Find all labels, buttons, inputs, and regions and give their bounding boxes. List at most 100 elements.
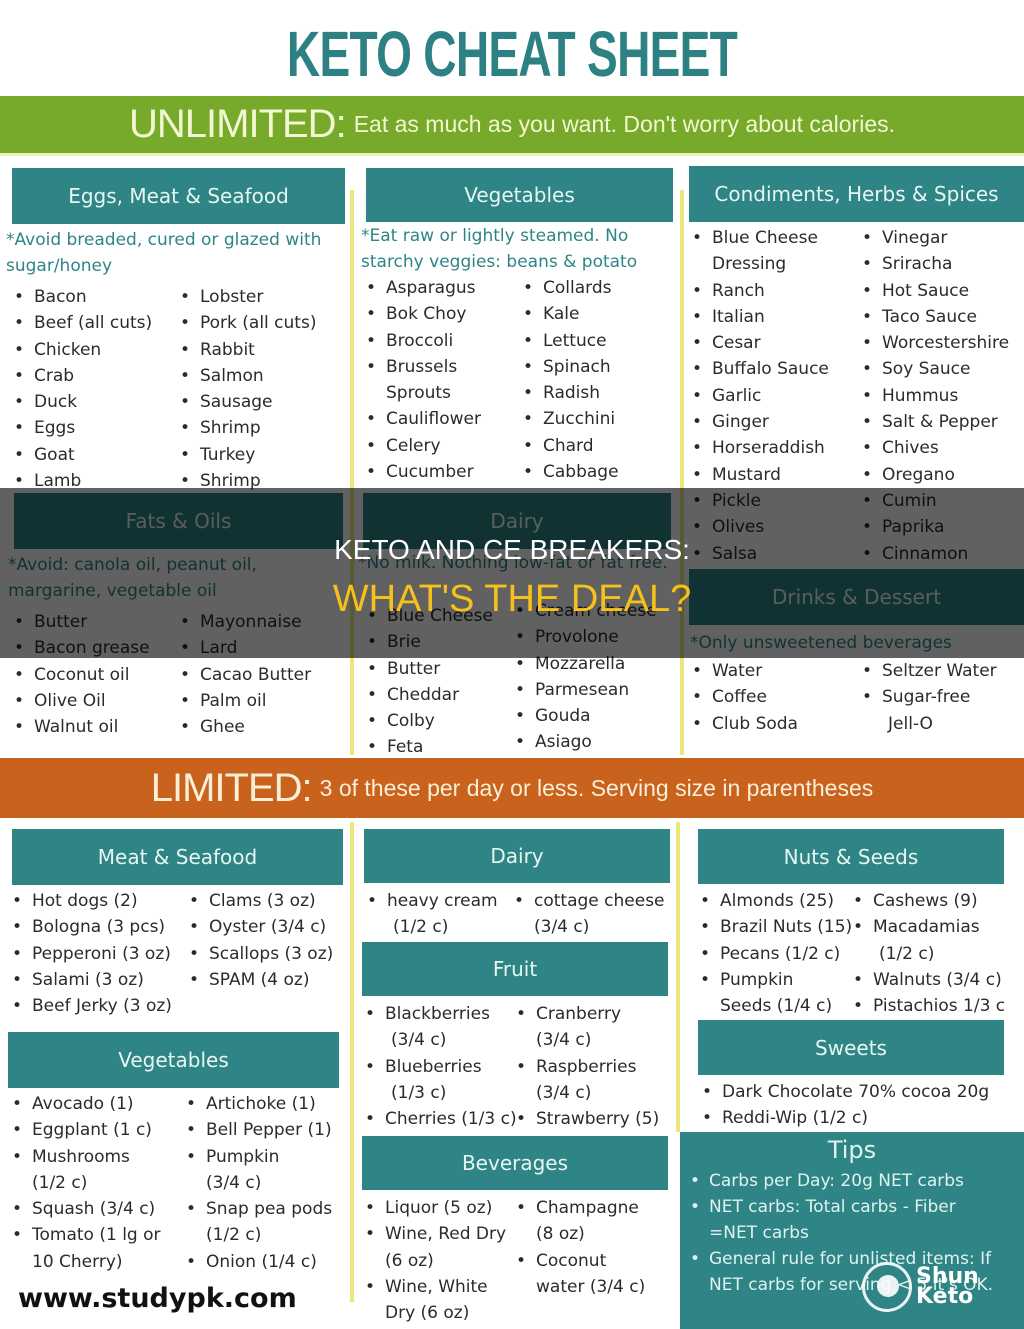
list-item: Blackberries [363,1001,518,1028]
overlay-banner [0,488,1024,658]
list-item: Beef (all cuts) [12,310,182,337]
list-item: Almonds (25) [698,888,858,915]
limited-banner: LIMITED: 3 of these per day or less. Ser… [0,758,1024,818]
item-list: cottage cheese (3/4 c) [512,888,682,941]
list-item: Goat [12,442,182,469]
item-list: Hot dogs (2) Bologna (3 pcs) Pepperoni (… [10,888,200,1020]
list-item: Dark Chocolate 70% cocoa 20g [700,1079,1024,1106]
list-item: Wine, White [363,1274,518,1301]
list-item: Ghee [178,714,348,741]
item-list: Blackberries (3/4 c) Blueberries (1/3 c)… [363,1001,518,1133]
list-item: Pork (all cuts) [178,310,348,337]
list-item: water (3/4 c) [536,1276,646,1297]
list-item: Cheddar [365,682,515,709]
list-item: Blue Cheese [690,225,860,252]
section-heading-vegetables: Vegetables [366,168,673,222]
list-item: Colby [365,708,515,735]
tip-item: NET carbs: Total carbs - Fiber [688,1194,1024,1220]
section-heading-vegetables-limited: Vegetables [8,1032,339,1088]
section-heading-fruit: Fruit [362,942,668,996]
list-item: Squash (3/4 c) [10,1196,185,1223]
list-item: Cherries (1/3 c) [363,1106,518,1133]
list-item: Water [690,658,860,685]
list-item: Pumpkin [184,1144,352,1171]
list-item: Chard [521,433,671,460]
list-item: Lettuce [521,328,671,355]
list-item: Pumpkin [698,967,858,994]
watermark-link[interactable]: www.studypk.com [18,1283,297,1314]
list-item: Tomato (1 lg or [10,1222,185,1249]
list-item: Shrimp [178,415,348,442]
section-heading-nuts-seeds: Nuts & Seeds [698,829,1004,884]
list-item: Pepperoni (3 oz) [10,941,200,968]
list-item: Cashews (9) [851,888,1024,915]
divider [680,190,684,755]
list-item: Brazil Nuts (15) [698,914,858,941]
list-item: Feta [365,734,515,761]
list-item: Seeds (1/4 c) [720,996,833,1017]
list-item: Brussels [364,354,524,381]
list-item: Salt & Pepper [860,409,1024,436]
list-item: Dressing [712,254,787,275]
list-item: Broccoli [364,328,524,355]
list-item: (3/4 c) [206,1172,262,1193]
list-item: Coffee [690,684,860,711]
list-item: Strawberry (5) [514,1106,674,1133]
logo-line2: Keto [916,1284,974,1309]
list-item: Avocado (1) [10,1091,185,1118]
unlimited-banner: UNLIMITED: Eat as much as you want. Don'… [0,96,1024,156]
list-item: Duck [12,389,182,416]
item-list: Champagne (8 oz) Coconut water (3/4 c) [514,1195,674,1300]
list-item: Mustard [690,462,860,489]
list-item: SPAM (4 oz) [187,967,352,994]
list-item: Bok Choy [364,301,524,328]
list-item: Taco Sauce [860,304,1024,331]
list-item: Mushrooms [10,1144,185,1171]
list-item: Wine, Red Dry [363,1221,518,1248]
list-item: Kale [521,301,671,328]
list-item: Butter [365,656,515,683]
list-item: (3/4 c) [534,917,590,938]
section-heading-beverages: Beverages [362,1136,668,1190]
list-item: Garlic [690,383,860,410]
tip-item: =NET carbs [709,1223,809,1243]
list-item: Cacao Butter [178,662,348,689]
list-item: Oyster (3/4 c) [187,914,352,941]
section-heading-eggs-meat-seafood: Eggs, Meat & Seafood [12,168,345,224]
unlimited-description: Eat as much as you want. Don't worry abo… [353,111,895,137]
list-item: Zucchini [521,406,671,433]
list-item: Chicken [12,337,182,364]
list-item: (3/4 c) [391,1030,447,1051]
list-item: Cesar [690,330,860,357]
list-item: Sugar-free [860,684,1024,711]
section-note: *Eat raw or lightly steamed. No starchy … [361,226,638,272]
section-heading-sweets: Sweets [698,1020,1004,1075]
list-item: Spinach [521,354,671,381]
item-list: Collards Kale Lettuce Spinach Radish Zuc… [521,275,671,486]
list-item: Sprouts [386,383,451,404]
list-item: Asparagus [364,275,524,302]
list-item: Chives [860,435,1024,462]
list-item: Dry (6 oz) [385,1303,470,1324]
list-item: Asiago [513,729,678,756]
item-list: Artichoke (1) Bell Pepper (1) Pumpkin (3… [184,1091,352,1275]
list-item: (1/2 c) [32,1172,88,1193]
shun-keto-logo: Shun Keto [862,1262,979,1312]
list-item: Seltzer Water [860,658,1024,685]
list-item: Raspberries [514,1054,674,1081]
list-item: Salmon [178,363,348,390]
item-list: Clams (3 oz) Oyster (3/4 c) Scallops (3 … [187,888,352,993]
item-list: Bacon Beef (all cuts) Chicken Crab Duck … [12,284,182,495]
list-item: Palm oil [178,688,348,715]
list-item: (3/4 c) [536,1030,592,1051]
list-item: (1/2 c) [393,917,449,938]
list-item: Gouda [513,703,678,730]
item-list: Water Coffee Club Soda [690,658,860,737]
divider [676,822,680,1132]
list-item: Bologna (3 pcs) [10,914,200,941]
list-item: Snap pea pods [184,1196,352,1223]
list-item: Ginger [690,409,860,436]
list-item: Club Soda [690,711,860,738]
list-item: Crab [12,363,182,390]
list-item: Soy Sauce [860,356,1024,383]
